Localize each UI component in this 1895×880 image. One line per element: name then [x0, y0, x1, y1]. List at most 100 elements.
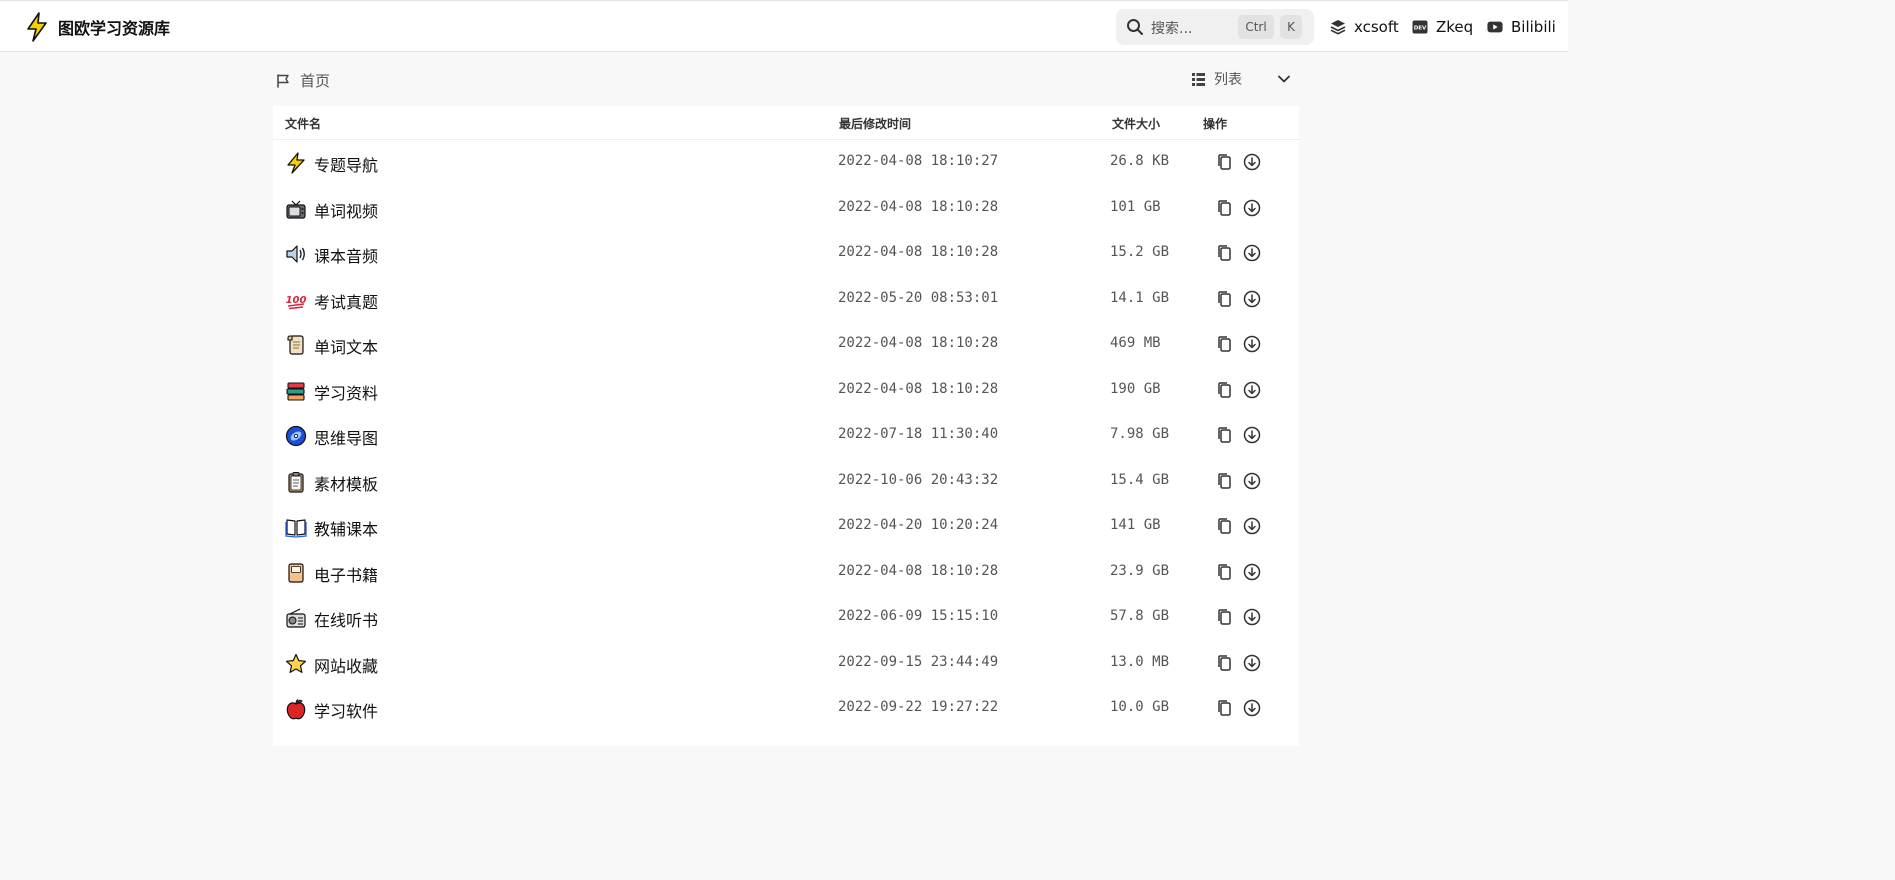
table-row[interactable]: 电子书籍 2022-04-08 18:10:28 23.9 GB: [273, 550, 1299, 595]
file-size: 15.4 GB: [1110, 471, 1170, 488]
hundred-points-icon: 100: [286, 295, 306, 309]
download-icon[interactable]: [1243, 335, 1261, 353]
download-icon[interactable]: [1243, 153, 1261, 171]
nav-link-label: Bilibili: [1511, 18, 1556, 36]
file-name[interactable]: 思维导图: [314, 425, 378, 449]
breadcrumb-home[interactable]: 首页: [276, 70, 330, 91]
copy-link-icon[interactable]: [1216, 290, 1233, 308]
header-actions: 操作: [1203, 117, 1228, 131]
file-name[interactable]: 素材模板: [314, 471, 378, 495]
file-size: 10.0 GB: [1110, 699, 1170, 715]
download-icon[interactable]: [1243, 426, 1261, 444]
table-row[interactable]: 学习软件 2022-09-22 19:27:22 10.0 GB: [273, 686, 1299, 731]
table-row[interactable]: 单词文本 2022-04-08 18:10:28 469 MB: [273, 322, 1299, 367]
file-modified: 2022-04-08 18:10:28: [838, 335, 999, 351]
file-modified: 2022-07-18 11:30:40: [838, 426, 999, 442]
file-name[interactable]: 单词文本: [314, 334, 378, 358]
file-modified: 2022-10-06 20:43:32: [838, 471, 999, 488]
copy-link-icon[interactable]: [1216, 563, 1233, 581]
file-modified: 2022-04-08 18:10:27: [838, 153, 999, 169]
table-row[interactable]: 100 考试真题 2022-05-20 08:53:01 14.1 GB: [273, 277, 1299, 322]
table-row[interactable]: 素材模板 2022-10-06 20:43:32 15.4 GB: [273, 459, 1299, 504]
file-modified: 2022-04-08 18:10:28: [838, 198, 999, 215]
top-navbar: 图欧学习资源库 搜索... Ctrl K xcsoft DEV Zkeq Bil…: [0, 0, 1568, 52]
copy-link-icon[interactable]: [1216, 608, 1233, 626]
table-row[interactable]: 教辅课本 2022-04-20 10:20:24 141 GB: [273, 504, 1299, 549]
apple-icon: [286, 699, 306, 720]
file-name[interactable]: 课本音频: [314, 243, 378, 267]
file-size: 101 GB: [1110, 198, 1161, 215]
site-title: 图欧学习资源库: [58, 19, 171, 38]
download-icon[interactable]: [1243, 563, 1261, 581]
table-row[interactable]: 专题导航 2022-04-08 18:10:27 26.8 KB: [273, 140, 1299, 185]
file-modified: 2022-04-08 18:10:28: [838, 380, 999, 397]
layers-icon: [1330, 20, 1346, 35]
copy-link-icon[interactable]: [1216, 472, 1233, 490]
table-row[interactable]: 网站收藏 2022-09-15 23:44:49 13.0 MB: [273, 641, 1299, 686]
copy-link-icon[interactable]: [1216, 381, 1233, 399]
file-modified: 2022-06-09 15:15:10: [838, 608, 999, 624]
file-name[interactable]: 在线听书: [314, 607, 378, 631]
file-table: 文件名 最后修改时间 文件大小 操作 专题导航 2022-04-08 18:10…: [273, 106, 1299, 746]
shortcut-k-key: K: [1280, 15, 1302, 39]
star-icon: [285, 653, 307, 673]
copy-link-icon[interactable]: [1216, 153, 1233, 171]
nav-link-bilibili[interactable]: Bilibili: [1487, 16, 1556, 38]
open-book-icon: [285, 519, 307, 538]
brand[interactable]: 图欧学习资源库: [24, 11, 170, 43]
view-mode-label: 列表: [1214, 72, 1242, 88]
download-icon[interactable]: [1243, 654, 1261, 672]
tv-icon: [286, 200, 306, 219]
file-modified: 2022-04-08 18:10:28: [838, 244, 999, 260]
download-icon[interactable]: [1243, 244, 1261, 262]
download-icon[interactable]: [1243, 199, 1261, 217]
download-icon[interactable]: [1243, 699, 1261, 717]
list-view-icon: [1192, 72, 1205, 86]
table-row[interactable]: 在线听书 2022-06-09 15:15:10 57.8 GB: [273, 595, 1299, 640]
search-box[interactable]: 搜索... Ctrl K: [1116, 9, 1314, 45]
download-icon[interactable]: [1243, 472, 1261, 490]
download-icon[interactable]: [1243, 381, 1261, 399]
search-placeholder: 搜索...: [1151, 21, 1193, 37]
file-size: 141 GB: [1110, 517, 1161, 533]
nav-link-zkeq[interactable]: DEV Zkeq: [1412, 16, 1473, 38]
table-row[interactable]: 学习资料 2022-04-08 18:10:28 190 GB: [273, 368, 1299, 413]
table-row[interactable]: 课本音频 2022-04-08 18:10:28 15.2 GB: [273, 231, 1299, 276]
file-name[interactable]: 电子书籍: [314, 562, 378, 586]
disc-icon: [285, 425, 307, 447]
file-name[interactable]: 学习软件: [314, 698, 378, 722]
download-icon[interactable]: [1243, 608, 1261, 626]
nav-link-xcsoft[interactable]: xcsoft: [1330, 16, 1399, 38]
copy-link-icon[interactable]: [1216, 199, 1233, 217]
copy-link-icon[interactable]: [1216, 244, 1233, 262]
download-icon[interactable]: [1243, 290, 1261, 308]
file-name[interactable]: 单词视频: [314, 198, 378, 222]
notebook-icon: [288, 562, 304, 583]
copy-link-icon[interactable]: [1216, 699, 1233, 717]
nav-link-label: Zkeq: [1436, 18, 1474, 36]
copy-link-icon[interactable]: [1216, 517, 1233, 535]
youtube-play-icon: [1487, 21, 1503, 33]
copy-link-icon[interactable]: [1216, 654, 1233, 672]
chevron-down-icon[interactable]: [1277, 72, 1291, 86]
file-name[interactable]: 网站收藏: [314, 653, 378, 677]
view-mode-toggle[interactable]: 列表: [1192, 69, 1242, 89]
file-name[interactable]: 学习资料: [314, 380, 378, 404]
shortcut-ctrl-key: Ctrl: [1238, 15, 1274, 39]
header-filename: 文件名: [285, 117, 322, 131]
lightning-icon: [287, 152, 305, 174]
dev-icon: DEV: [1412, 20, 1428, 34]
file-size: 26.8 KB: [1110, 153, 1170, 169]
file-size: 7.98 GB: [1110, 426, 1170, 442]
file-size: 469 MB: [1110, 335, 1161, 351]
copy-link-icon[interactable]: [1216, 335, 1233, 353]
table-row[interactable]: 思维导图 2022-07-18 11:30:40 7.98 GB: [273, 413, 1299, 458]
file-name[interactable]: 专题导航: [314, 152, 378, 176]
speaker-icon: [286, 245, 305, 263]
download-icon[interactable]: [1243, 517, 1261, 535]
copy-link-icon[interactable]: [1216, 426, 1233, 444]
table-row[interactable]: 单词视频 2022-04-08 18:10:28 101 GB: [273, 186, 1299, 231]
file-name[interactable]: 教辅课本: [314, 516, 378, 540]
svg-text:DEV: DEV: [1414, 25, 1427, 31]
file-name[interactable]: 考试真题: [314, 289, 378, 313]
